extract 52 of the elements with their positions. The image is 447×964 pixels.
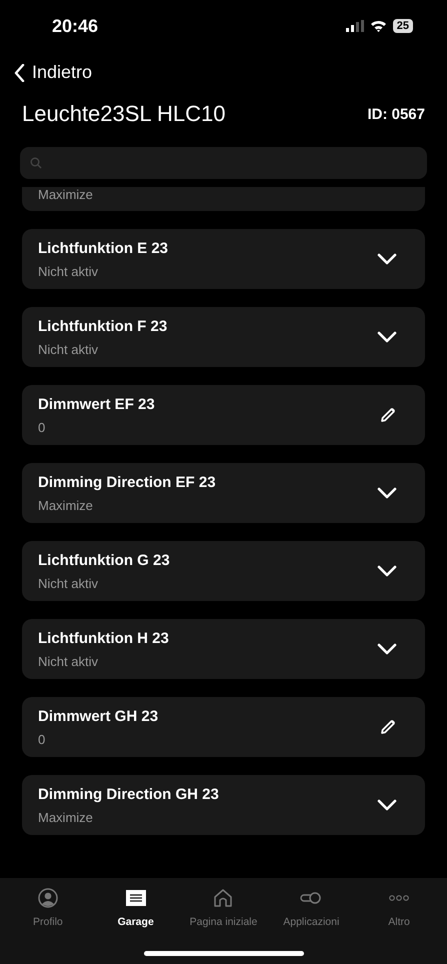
home-icon [213, 888, 234, 908]
setting-value: 0 [38, 732, 46, 746]
list-icon [124, 888, 147, 908]
signal-icon [346, 20, 364, 32]
chevron-down-icon[interactable] [377, 253, 397, 265]
device-id: ID: 0567 [367, 106, 425, 122]
setting-card[interactable]: Lichtfunktion E 23 Nicht aktiv [22, 229, 425, 289]
device-title: Leuchte23SL HLC10 [22, 101, 226, 127]
tab-bar-item[interactable]: Garage [94, 888, 178, 928]
setting-label: Dimmwert GH 23 [38, 708, 158, 724]
tab-bar-item[interactable]: Pagina iniziale [181, 888, 266, 928]
setting-value: 0 [38, 420, 46, 434]
setting-label: Lichtfunktion H 23 [38, 630, 169, 646]
pencil-icon[interactable] [379, 406, 397, 424]
chevron-left-icon [14, 64, 25, 82]
wifi-icon [370, 20, 387, 32]
tab-bar-item[interactable]: Profilo [6, 888, 90, 928]
status-time: 20:46 [52, 16, 98, 36]
setting-card[interactable]: Dimming Direction GH 23 Maximize [22, 775, 425, 835]
setting-card[interactable]: Lichtfunktion F 23 Nicht aktiv [22, 307, 425, 367]
tab-bar-item[interactable]: Altro [357, 888, 442, 928]
search-field[interactable] [20, 147, 427, 179]
chevron-down-icon[interactable] [377, 331, 397, 343]
setting-card[interactable]: Maximize [22, 187, 425, 211]
setting-value: Maximize [38, 810, 94, 824]
setting-card[interactable]: Dimmwert EF 23 0 [22, 385, 425, 445]
setting-value: Nicht aktiv [38, 654, 99, 668]
person-icon [38, 888, 58, 908]
setting-label: Lichtfunktion G 23 [38, 552, 170, 568]
setting-card[interactable]: Dimmwert GH 23 0 [22, 697, 425, 757]
setting-value: Nicht aktiv [38, 342, 99, 356]
setting-label: Dimmwert EF 23 [38, 396, 155, 412]
chevron-down-icon[interactable] [377, 565, 397, 577]
chevron-down-icon[interactable] [377, 487, 397, 499]
setting-value: Maximize [38, 498, 94, 512]
pencil-icon[interactable] [379, 718, 397, 736]
setting-label: Dimming Direction GH 23 [38, 786, 219, 802]
setting-label: Lichtfunktion E 23 [38, 240, 168, 256]
tab-bar-item[interactable]: Applicazioni [269, 888, 354, 928]
back-button[interactable]: Indietro [14, 62, 92, 83]
setting-label: Lichtfunktion F 23 [38, 318, 168, 334]
search-icon [30, 157, 42, 169]
setting-card[interactable]: Lichtfunktion H 23 Nicht aktiv [22, 619, 425, 679]
setting-label: Dimming Direction EF 23 [38, 474, 216, 490]
setting-value: Nicht aktiv [38, 264, 99, 278]
chevron-down-icon[interactable] [377, 799, 397, 811]
chevron-down-icon[interactable] [377, 643, 397, 655]
battery-indicator: 25 [392, 19, 413, 33]
setting-value: Nicht aktiv [38, 576, 99, 590]
setting-card[interactable]: Dimming Direction EF 23 Maximize [22, 463, 425, 523]
setting-value: Maximize [38, 187, 93, 202]
setting-card[interactable]: Lichtfunktion G 23 Nicht aktiv [22, 541, 425, 601]
